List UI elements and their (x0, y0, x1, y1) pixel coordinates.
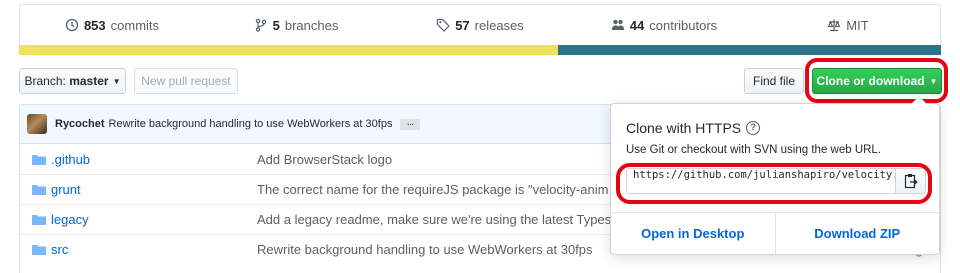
file-name-link[interactable]: grunt (51, 182, 257, 197)
clone-or-download-button[interactable]: Clone or download ▼ (812, 68, 942, 94)
branch-icon (255, 18, 266, 32)
clone-button-label: Clone or download (816, 74, 925, 88)
commits-label: commits (110, 17, 160, 33)
language-segment[interactable] (558, 45, 941, 55)
file-name-link[interactable]: src (51, 242, 257, 257)
commits-count: 853 (83, 17, 106, 33)
question-icon[interactable]: ? (746, 121, 761, 135)
language-segment[interactable] (19, 45, 559, 55)
open-in-desktop-button[interactable]: Open in Desktop (611, 213, 776, 254)
releases-link[interactable]: 57 releases (388, 18, 572, 33)
branches-label: branches (284, 17, 339, 33)
releases-count: 57 (455, 17, 470, 33)
branch-value: master (69, 74, 109, 88)
commit-message[interactable]: Rewrite background handling to use WebWo… (109, 118, 393, 130)
commit-author[interactable]: Rycochet (55, 118, 105, 130)
commit-expand-button[interactable]: ... (400, 118, 421, 130)
copy-to-clipboard-button[interactable] (896, 168, 926, 194)
avatar[interactable] (27, 114, 47, 134)
file-commit-message[interactable]: Add BrowserStack logo (257, 152, 392, 167)
file-name-link[interactable]: legacy (51, 212, 257, 227)
repo-summary: 853 commits 5 branches 57 releases 44 co… (19, 4, 941, 55)
clone-dropdown: Clone with HTTPS ? Use Git or checkout w… (610, 96, 940, 255)
tag-icon (437, 18, 451, 32)
releases-label: releases (474, 17, 524, 33)
branches-count: 5 (272, 17, 280, 33)
clone-title: Clone with HTTPS ? (626, 120, 761, 136)
folder-icon (32, 154, 46, 165)
clipboard-icon (904, 174, 918, 189)
license-link[interactable]: MIT (756, 18, 940, 33)
file-commit-message[interactable]: Add a legacy readme, make sure we're usi… (257, 212, 611, 227)
clone-description: Use Git or checkout with SVN using the w… (626, 144, 882, 156)
file-name-link[interactable]: .github (51, 152, 257, 167)
contributors-link[interactable]: 44 contributors (572, 18, 756, 33)
clone-footer: Open in Desktop Download ZIP (611, 212, 939, 254)
caret-down-icon: ▼ (929, 76, 938, 86)
file-commit-message[interactable]: The correct name for the requireJS packa… (257, 182, 608, 197)
dropdown-arrow (911, 96, 927, 104)
branch-select-button[interactable]: Branch: master ▼ (19, 68, 126, 94)
history-icon (65, 18, 79, 32)
new-pull-request-button[interactable]: New pull request (134, 68, 238, 94)
branch-label: Branch: (24, 74, 66, 88)
language-bar[interactable] (19, 45, 941, 55)
branches-link[interactable]: 5 branches (204, 18, 388, 33)
find-file-button[interactable]: Find file (744, 68, 804, 94)
download-zip-button[interactable]: Download ZIP (776, 213, 940, 254)
folder-icon (32, 245, 46, 255)
contributors-label: contributors (649, 17, 718, 33)
contributors-count: 44 (629, 17, 645, 33)
clone-url-input[interactable]: https://github.com/julianshapiro/velocit… (626, 168, 896, 194)
folder-icon (32, 215, 46, 225)
license-label: MIT (846, 17, 869, 33)
folder-icon (32, 185, 46, 195)
file-commit-message[interactable]: Rewrite background handling to use WebWo… (257, 242, 593, 257)
people-icon (611, 19, 624, 30)
law-icon (827, 19, 841, 32)
clone-title-text: Clone with HTTPS (626, 120, 742, 136)
commits-link[interactable]: 853 commits (20, 18, 204, 33)
caret-down-icon: ▼ (112, 76, 121, 86)
clone-url-group: https://github.com/julianshapiro/velocit… (626, 168, 926, 194)
